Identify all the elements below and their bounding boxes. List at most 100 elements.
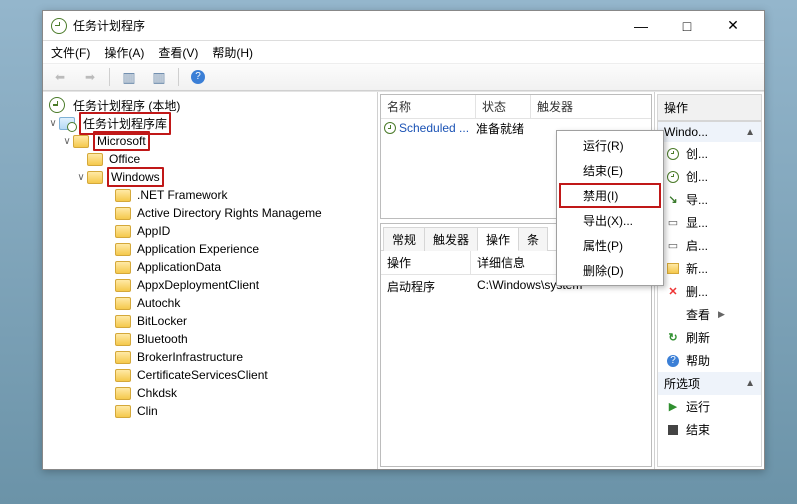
tree-item-label: Application Experience (135, 241, 261, 257)
tree-microsoft-label: Microsoft (93, 131, 150, 151)
refresh-icon (666, 331, 680, 345)
ctx-disable[interactable]: 禁用(I) (559, 183, 661, 208)
close-button[interactable]: ✕ (710, 11, 756, 41)
menu-view[interactable]: 查看(V) (158, 44, 198, 61)
tree-item[interactable]: AppID (43, 222, 377, 240)
nav-back-button[interactable] (49, 67, 71, 87)
menu-action[interactable]: 操作(A) (104, 44, 144, 61)
expand-icon[interactable] (75, 154, 87, 165)
action-refresh[interactable]: 刷新 (658, 326, 761, 349)
history-icon (666, 239, 680, 253)
tree-item-label: Active Directory Rights Manageme (135, 205, 324, 221)
run-icon (666, 400, 680, 414)
tab-triggers[interactable]: 触发器 (424, 227, 478, 251)
actions-section-scope[interactable]: Windo...▲ (658, 122, 761, 142)
folder-icon (115, 351, 131, 364)
menu-help[interactable]: 帮助(H) (212, 44, 253, 61)
tree-item[interactable]: Chkdsk (43, 384, 377, 402)
action-type: 启动程序 (381, 275, 471, 298)
toggle-actions-pane-button[interactable] (148, 67, 170, 87)
expand-icon[interactable]: ∨ (47, 118, 59, 129)
ctx-properties[interactable]: 属性(P) (559, 233, 661, 258)
col-status[interactable]: 状态 (476, 95, 531, 118)
action-enable-history[interactable]: 启... (658, 234, 761, 257)
nav-forward-button[interactable] (79, 67, 101, 87)
actions-list[interactable]: Windo...▲ 创... 创... 导... 显... 启... 新... … (657, 121, 762, 467)
app-icon (51, 18, 67, 34)
folder-icon (87, 171, 103, 184)
toolbar-separator (109, 68, 110, 86)
tree-item-label: AppID (135, 223, 172, 239)
props-col-action[interactable]: 操作 (381, 251, 471, 274)
tree-item[interactable]: ApplicationData (43, 258, 377, 276)
window-title: 任务计划程序 (73, 17, 618, 34)
tab-actions[interactable]: 操作 (477, 227, 519, 251)
collapse-icon: ▲ (745, 378, 755, 389)
folder-icon (73, 135, 89, 148)
menubar: 文件(F) 操作(A) 查看(V) 帮助(H) (43, 41, 764, 63)
scheduler-icon (49, 97, 65, 113)
menu-file[interactable]: 文件(F) (51, 44, 90, 61)
help-icon[interactable] (191, 70, 205, 84)
folder-icon (115, 189, 131, 202)
folder-icon (115, 387, 131, 400)
tree-item-label: ApplicationData (135, 259, 223, 275)
tree-item-label: Clin (135, 403, 160, 419)
tree-item[interactable]: Bluetooth (43, 330, 377, 348)
tree-item[interactable]: BrokerInfrastructure (43, 348, 377, 366)
toggle-console-tree-button[interactable] (118, 67, 140, 87)
chevron-right-icon: ▶ (718, 309, 725, 320)
tree-windows[interactable]: ∨ Windows (43, 168, 377, 186)
tree-item[interactable]: AppxDeploymentClient (43, 276, 377, 294)
action-delete-folder[interactable]: 删... (658, 280, 761, 303)
new-folder-icon (667, 263, 679, 274)
task-icon (667, 171, 679, 183)
action-help[interactable]: 帮助 (658, 349, 761, 372)
action-create[interactable]: 创... (658, 165, 761, 188)
collapse-icon: ▲ (745, 127, 755, 138)
context-menu: 运行(R) 结束(E) 禁用(I) 导出(X)... 属性(P) 删除(D) (556, 130, 664, 286)
tree-item-label: AppxDeploymentClient (135, 277, 261, 293)
maximize-button[interactable]: □ (664, 11, 710, 41)
folder-icon (115, 297, 131, 310)
col-name[interactable]: 名称 (381, 95, 476, 118)
expand-icon[interactable]: ∨ (75, 172, 87, 183)
folder-icon (115, 315, 131, 328)
minimize-button[interactable]: — (618, 11, 664, 41)
ctx-run[interactable]: 运行(R) (559, 133, 661, 158)
tree-item[interactable]: Application Experience (43, 240, 377, 258)
tree-item[interactable]: Clin (43, 402, 377, 420)
ctx-end[interactable]: 结束(E) (559, 158, 661, 183)
view-icon (666, 216, 680, 230)
tree-item[interactable]: Active Directory Rights Manageme (43, 204, 377, 222)
tree-item[interactable]: CertificateServicesClient (43, 366, 377, 384)
delete-icon (666, 285, 680, 299)
action-create-basic[interactable]: 创... (658, 142, 761, 165)
actions-section-selected[interactable]: 所选项▲ (658, 372, 761, 395)
action-view-running[interactable]: 显... (658, 211, 761, 234)
tree-item[interactable]: Autochk (43, 294, 377, 312)
tree-windows-label: Windows (107, 167, 164, 187)
tree-item[interactable]: .NET Framework (43, 186, 377, 204)
tree-scroll[interactable]: 任务计划程序 (本地) ∨ 任务计划程序库 ∨ Microsoft Office (43, 92, 377, 469)
ctx-export[interactable]: 导出(X)... (559, 208, 661, 233)
expand-icon[interactable]: ∨ (61, 136, 73, 147)
action-end[interactable]: 结束 (658, 418, 761, 441)
action-import[interactable]: 导... (658, 188, 761, 211)
action-view[interactable]: 查看▶ (658, 303, 761, 326)
tree-item-label: BitLocker (135, 313, 189, 329)
tree-office[interactable]: Office (43, 150, 377, 168)
library-icon (59, 117, 75, 130)
titlebar[interactable]: 任务计划程序 — □ ✕ (43, 11, 764, 41)
folder-icon (87, 153, 103, 166)
action-new-folder[interactable]: 新... (658, 257, 761, 280)
col-trigger[interactable]: 触发器 (531, 95, 652, 118)
tree-microsoft[interactable]: ∨ Microsoft (43, 132, 377, 150)
tree-library[interactable]: ∨ 任务计划程序库 (43, 114, 377, 132)
action-run[interactable]: 运行 (658, 395, 761, 418)
ctx-delete[interactable]: 删除(D) (559, 258, 661, 283)
tree-item-label: CertificateServicesClient (135, 367, 270, 383)
tree-item[interactable]: BitLocker (43, 312, 377, 330)
tab-conditions[interactable]: 条 (518, 227, 548, 251)
tab-general[interactable]: 常规 (383, 227, 425, 251)
